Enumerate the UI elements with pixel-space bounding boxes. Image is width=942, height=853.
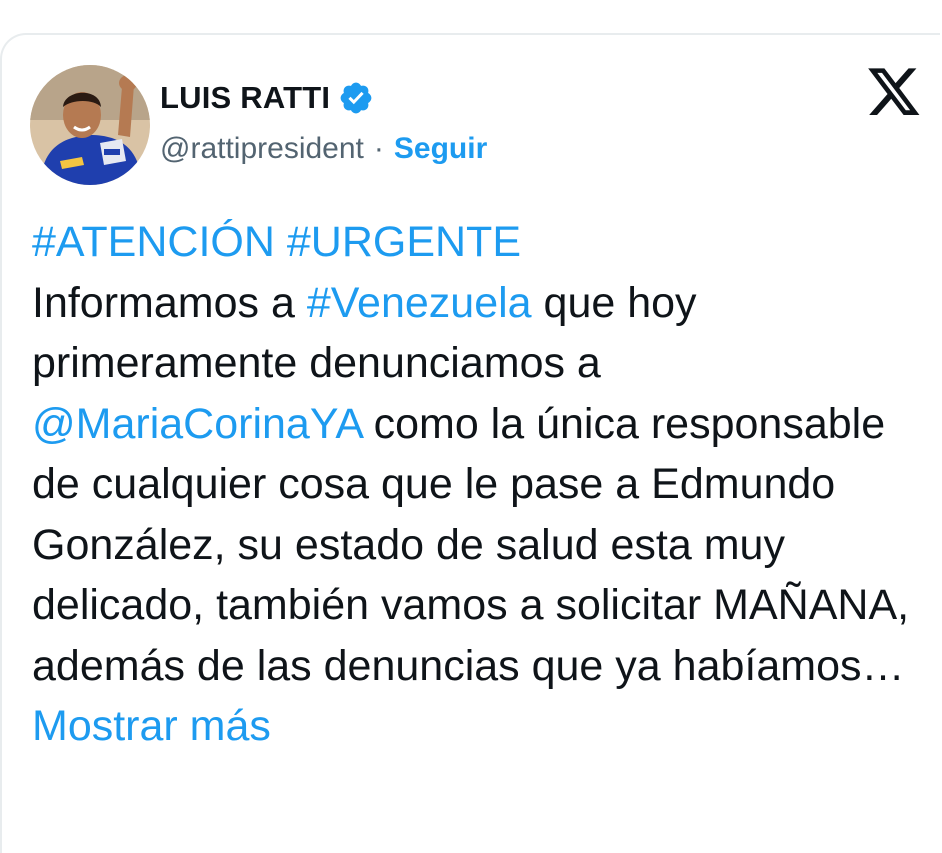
author-handle[interactable]: @rattipresident xyxy=(160,132,364,166)
mention-link[interactable]: @MariaCorinaYA xyxy=(32,400,362,448)
verified-badge-icon xyxy=(340,82,372,114)
author-name-row: LUIS RATTI xyxy=(160,76,374,120)
hashtag-link[interactable]: #Venezuela xyxy=(307,279,532,327)
author-handle-row: @rattipresident · Seguir xyxy=(160,128,487,170)
follow-button[interactable]: Seguir xyxy=(394,132,487,166)
x-logo-icon[interactable] xyxy=(866,68,922,120)
tweet-text-segment: Informamos a xyxy=(32,278,307,327)
author-name[interactable]: LUIS RATTI xyxy=(160,80,330,116)
hashtag-link[interactable]: #ATENCIÓN xyxy=(32,218,275,266)
hashtag-link[interactable]: #URGENTE xyxy=(287,218,521,266)
separator-dot: · xyxy=(373,132,384,165)
show-more-link[interactable]: Mostrar más xyxy=(32,702,271,750)
tweet-text: #ATENCIÓN #URGENTE Informamos a #Venezuel… xyxy=(32,212,922,757)
avatar[interactable] xyxy=(30,65,150,185)
